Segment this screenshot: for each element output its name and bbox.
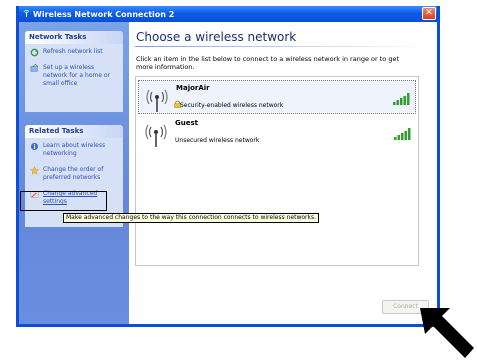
wireless-network-window: Wireless Network Connection 2 ✕ Network …	[16, 6, 440, 327]
network-name: MajorAir	[176, 84, 210, 92]
callout-highlight-box	[20, 191, 107, 211]
change-preferred-order-label: Change the order of preferred networks	[43, 166, 104, 181]
page-title: Choose a wireless network	[136, 30, 297, 44]
network-tasks-heading: Network Tasks	[25, 31, 123, 44]
setup-wizard-icon	[30, 64, 39, 72]
close-button[interactable]: ✕	[422, 7, 436, 20]
network-item-guest[interactable]: Guest Unsecured wireless network	[138, 116, 416, 150]
wireless-network-icon	[23, 9, 30, 18]
title-bar[interactable]: Wireless Network Connection 2 ✕	[19, 6, 437, 22]
network-status: Unsecured wireless network	[175, 137, 260, 144]
signal-strength-icon	[393, 93, 410, 105]
refresh-network-list-label: Refresh network list	[43, 48, 103, 55]
close-icon: ✕	[425, 8, 433, 18]
network-status: Security-enabled wireless network	[180, 102, 284, 109]
network-tasks-panel: Network Tasks Refresh network list Set u…	[25, 31, 123, 112]
window-title: Wireless Network Connection 2	[33, 9, 175, 19]
title-divider	[135, 46, 429, 47]
task-pane: Network Tasks Refresh network list Set u…	[19, 22, 129, 324]
refresh-icon	[30, 48, 39, 57]
network-name: Guest	[175, 119, 198, 127]
wireless-antenna-icon	[146, 89, 168, 112]
signal-strength-icon	[394, 128, 411, 140]
learn-wireless-label: Learn about wireless networking	[43, 142, 106, 157]
learn-wireless-link[interactable]: Learn about wireless networking	[25, 138, 123, 162]
info-icon	[30, 142, 39, 151]
instructions-text: Click an item in the list below to conne…	[136, 55, 400, 71]
pointer-arrow-icon	[420, 308, 474, 358]
network-item-majorair[interactable]: MajorAir Security-enabled wireless netwo…	[138, 80, 416, 114]
setup-wireless-network-label: Set up a wireless network for a home or …	[43, 64, 111, 87]
related-tasks-panel: Related Tasks Learn about wireless netwo…	[25, 125, 123, 227]
setup-wireless-network-link[interactable]: Set up a wireless network for a home or …	[25, 60, 123, 92]
related-tasks-heading: Related Tasks	[25, 125, 123, 138]
network-list[interactable]: MajorAir Security-enabled wireless netwo…	[135, 76, 419, 266]
tooltip: Make advanced changes to the way this co…	[63, 213, 319, 223]
star-icon	[30, 166, 39, 175]
change-preferred-order-link[interactable]: Change the order of preferred networks	[25, 162, 123, 186]
refresh-network-list-link[interactable]: Refresh network list	[25, 44, 123, 60]
main-pane: Choose a wireless network Click an item …	[129, 22, 437, 324]
wireless-antenna-icon	[145, 124, 167, 147]
